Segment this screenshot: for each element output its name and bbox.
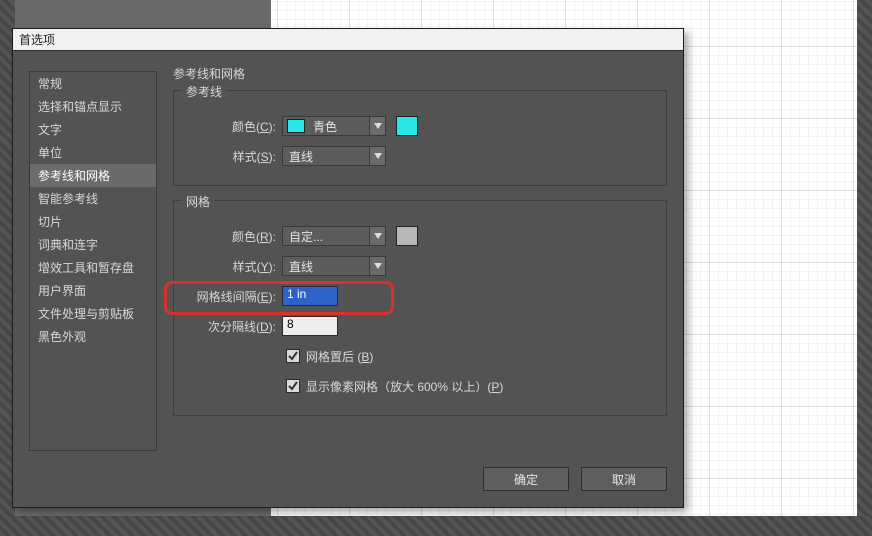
guides-color-dropdown[interactable]: 青色 xyxy=(282,116,386,136)
cancel-button[interactable]: 取消 xyxy=(581,467,667,491)
panel-title: 参考线和网格 xyxy=(173,65,667,82)
sidebar-item-1[interactable]: 选择和锚点显示 xyxy=(30,95,156,118)
grid-subdiv-input[interactable]: 8 xyxy=(282,316,338,336)
dropdown-arrow-icon xyxy=(369,227,385,245)
category-sidebar: 常规选择和锚点显示文字单位参考线和网格智能参考线切片词典和连字增效工具和暂存盘用… xyxy=(29,71,157,451)
frame-right xyxy=(857,0,872,536)
sidebar-item-8[interactable]: 增效工具和暂存盘 xyxy=(30,256,156,279)
sidebar-item-3[interactable]: 单位 xyxy=(30,141,156,164)
ok-button-label: 确定 xyxy=(514,471,538,488)
guides-color-value: 青色 xyxy=(309,118,369,135)
guides-color-label: 颜色(C): xyxy=(186,118,282,135)
cancel-button-label: 取消 xyxy=(612,471,636,488)
grid-spacing-label: 网格线间隔(E): xyxy=(186,288,282,305)
frame-bottom xyxy=(0,516,872,536)
sidebar-item-10[interactable]: 文件处理与剪贴板 xyxy=(30,302,156,325)
dialog-title-text: 首选项 xyxy=(19,33,55,47)
group-guides: 参考线 颜色(C): 青色 样 xyxy=(173,90,667,186)
grid-behind-label: 网格置后 (B) xyxy=(306,348,373,365)
grid-style-value: 直线 xyxy=(283,258,369,275)
color-swatch-icon xyxy=(287,119,305,133)
guides-style-value: 直线 xyxy=(283,148,369,165)
guides-style-label: 样式(S): xyxy=(186,148,282,165)
pixel-grid-checkbox[interactable] xyxy=(286,379,300,393)
group-grid: 网格 颜色(R): 自定... 样式(Y): xyxy=(173,200,667,416)
grid-color-value: 自定... xyxy=(283,228,369,245)
grid-style-dropdown[interactable]: 直线 xyxy=(282,256,386,276)
ok-button[interactable]: 确定 xyxy=(483,467,569,491)
sidebar-item-9[interactable]: 用户界面 xyxy=(30,279,156,302)
sidebar-item-2[interactable]: 文字 xyxy=(30,118,156,141)
preferences-dialog: 首选项 常规选择和锚点显示文字单位参考线和网格智能参考线切片词典和连字增效工具和… xyxy=(12,28,684,508)
grid-behind-checkbox[interactable] xyxy=(286,349,300,363)
guides-style-dropdown[interactable]: 直线 xyxy=(282,146,386,166)
grid-color-label: 颜色(R): xyxy=(186,228,282,245)
grid-subdiv-label: 次分隔线(D): xyxy=(186,318,282,335)
dropdown-arrow-icon xyxy=(369,257,385,275)
group-guides-legend: 参考线 xyxy=(182,83,226,100)
dialog-footer: 确定 取消 xyxy=(483,467,667,491)
grid-color-dropdown[interactable]: 自定... xyxy=(282,226,386,246)
guides-color-well[interactable] xyxy=(396,116,418,136)
grid-color-well[interactable] xyxy=(396,226,418,246)
dropdown-arrow-icon xyxy=(369,147,385,165)
sidebar-item-11[interactable]: 黑色外观 xyxy=(30,325,156,348)
sidebar-item-5[interactable]: 智能参考线 xyxy=(30,187,156,210)
pixel-grid-label: 显示像素网格（放大 600% 以上）(P) xyxy=(306,378,503,395)
sidebar-item-4[interactable]: 参考线和网格 xyxy=(30,164,156,187)
group-grid-legend: 网格 xyxy=(182,193,214,210)
sidebar-item-7[interactable]: 词典和连字 xyxy=(30,233,156,256)
settings-panel: 参考线和网格 参考线 颜色(C): 青色 xyxy=(173,65,667,451)
sidebar-item-0[interactable]: 常规 xyxy=(30,72,156,95)
dropdown-arrow-icon xyxy=(369,117,385,135)
grid-style-label: 样式(Y): xyxy=(186,258,282,275)
grid-spacing-input[interactable]: 1 in xyxy=(282,286,338,306)
sidebar-item-6[interactable]: 切片 xyxy=(30,210,156,233)
dialog-title: 首选项 xyxy=(13,29,683,51)
